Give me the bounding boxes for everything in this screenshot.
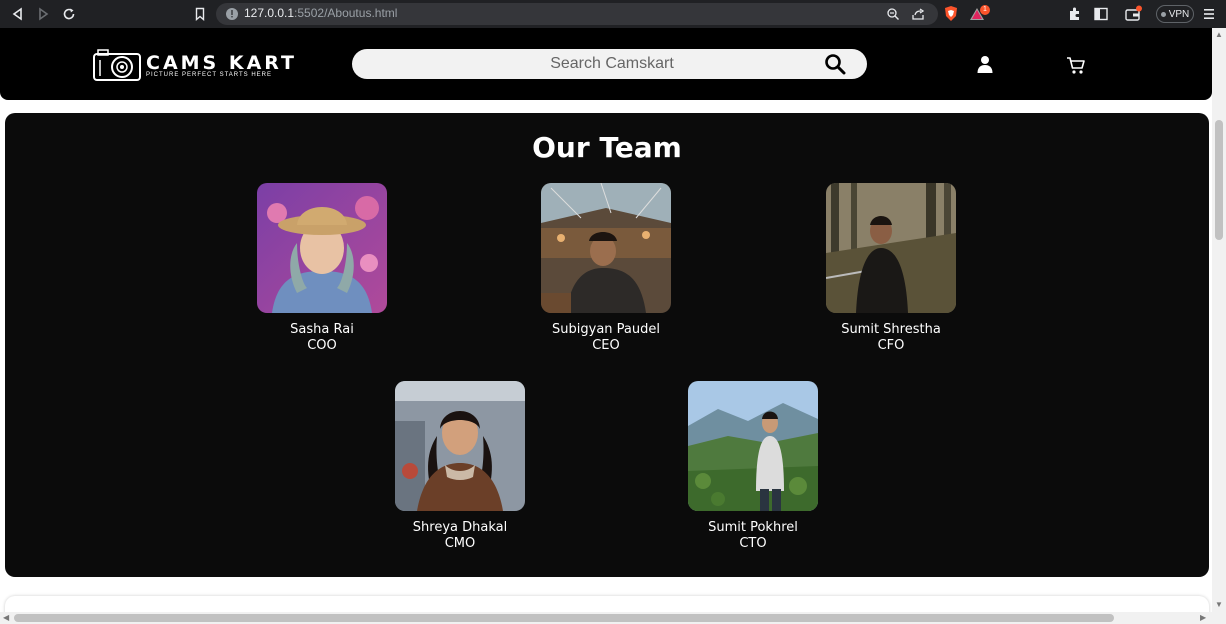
logo-title: CAMS KART <box>146 52 298 74</box>
horizontal-scroll-thumb[interactable] <box>14 614 1114 622</box>
search-bar <box>352 49 867 79</box>
wallet-icon[interactable] <box>1124 5 1142 23</box>
search-input[interactable] <box>352 49 812 79</box>
team-member-card: Sumit Pokhrel CTO <box>653 381 853 551</box>
member-photo <box>395 381 525 511</box>
search-icon[interactable] <box>824 53 846 75</box>
cart-icon[interactable] <box>1066 55 1086 75</box>
share-icon[interactable] <box>911 7 925 21</box>
team-title: Our Team <box>532 131 682 164</box>
bookmark-icon[interactable] <box>192 6 208 22</box>
member-role: CFO <box>877 338 905 353</box>
vertical-scroll-thumb[interactable] <box>1215 120 1223 240</box>
member-photo <box>688 381 818 511</box>
scroll-down-icon[interactable]: ▼ <box>1215 600 1223 609</box>
member-name: Subigyan Paudel <box>552 322 660 337</box>
scroll-right-icon[interactable]: ▶ <box>1200 613 1206 622</box>
member-role: CEO <box>592 338 620 353</box>
site-header: CAMS KART PICTURE PERFECT STARTS HERE <box>0 28 1212 100</box>
logo[interactable]: CAMS KART PICTURE PERFECT STARTS HERE <box>92 48 294 84</box>
vpn-button[interactable]: VPN <box>1156 5 1194 23</box>
brave-shield-icon[interactable] <box>942 5 960 23</box>
team-member-card: Sumit Shrestha CFO <box>791 183 991 353</box>
page-content: CAMS KART PICTURE PERFECT STARTS HERE Ou… <box>0 28 1212 624</box>
reload-icon[interactable] <box>61 6 77 22</box>
scroll-up-icon[interactable]: ▲ <box>1215 30 1223 39</box>
member-role: CTO <box>739 536 767 551</box>
user-icon[interactable] <box>976 55 994 73</box>
url-text: 127.0.0.1:5502/Aboutus.html <box>244 6 398 20</box>
member-name: Sasha Rai <box>290 322 354 337</box>
vpn-label: VPN <box>1168 8 1190 20</box>
member-photo <box>257 183 387 313</box>
back-icon[interactable] <box>10 6 26 22</box>
member-photo <box>541 183 671 313</box>
browser-toolbar: 127.0.0.1:5502/Aboutus.html 1 VPN <box>0 0 1226 28</box>
member-name: Sumit Shrestha <box>841 322 941 337</box>
extensions-icon[interactable] <box>1066 5 1084 23</box>
team-member-card: Subigyan Paudel CEO <box>506 183 706 353</box>
member-role: CMO <box>444 536 476 551</box>
member-name: Sumit Pokhrel <box>708 520 798 535</box>
horizontal-scrollbar[interactable]: ◀ ▶ <box>0 612 1212 624</box>
menu-icon[interactable] <box>1200 5 1218 23</box>
team-member-card: Sasha Rai COO <box>222 183 422 353</box>
forward-icon[interactable] <box>35 6 51 22</box>
logo-tagline: PICTURE PERFECT STARTS HERE <box>146 72 273 78</box>
team-member-card: Shreya Dhakal CMO <box>360 381 560 551</box>
scroll-left-icon[interactable]: ◀ <box>3 613 9 622</box>
vpn-status-icon <box>1160 11 1166 17</box>
address-bar[interactable]: 127.0.0.1:5502/Aboutus.html <box>216 3 938 25</box>
member-photo <box>826 183 956 313</box>
member-name: Shreya Dhakal <box>412 520 508 535</box>
team-section: Our Team Sasha Rai COO Subigyan Paudel C… <box>5 113 1209 577</box>
member-role: COO <box>307 338 337 353</box>
zoom-icon[interactable] <box>886 7 900 21</box>
notification-badge: 1 <box>980 5 990 15</box>
camera-logo-icon <box>93 49 141 81</box>
site-info-icon[interactable] <box>225 7 239 21</box>
sidebar-icon[interactable] <box>1092 5 1110 23</box>
vertical-scrollbar[interactable]: ▲ ▼ <box>1212 28 1226 624</box>
